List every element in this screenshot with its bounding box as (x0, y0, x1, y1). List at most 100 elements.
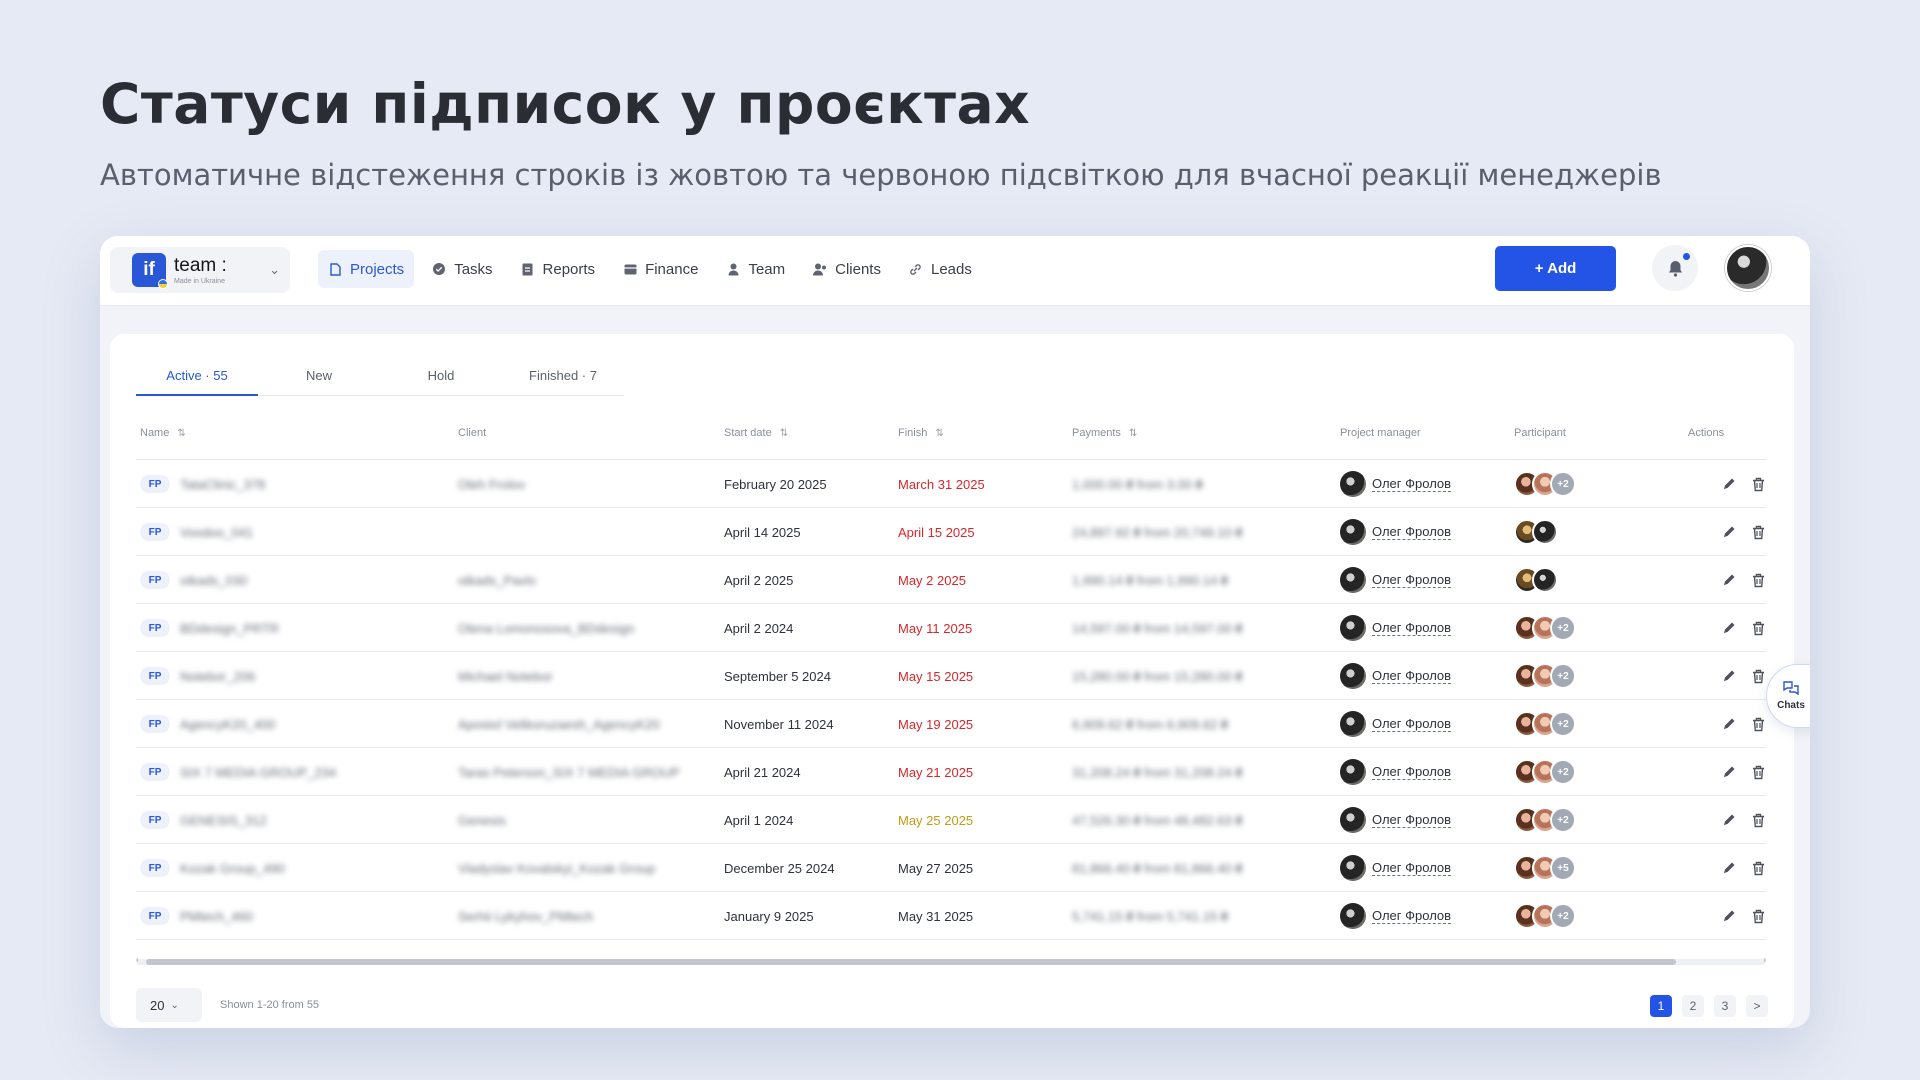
next-page-button[interactable]: > (1746, 995, 1768, 1017)
nav-team[interactable]: Team (716, 250, 795, 288)
page-button-2[interactable]: 2 (1682, 995, 1704, 1017)
edit-button[interactable] (1722, 556, 1736, 604)
participants-more-badge[interactable]: +2 (1550, 711, 1576, 737)
table-row[interactable]: FP SIX 7 MEDIA GROUP_234 Taras Peterson_… (136, 748, 1766, 796)
page-button-3[interactable]: 3 (1714, 995, 1736, 1017)
table-row[interactable]: FP PMtech_460 Serhii Lykyhov_PMtech Janu… (136, 892, 1766, 940)
delete-button[interactable] (1752, 748, 1765, 796)
delete-button[interactable] (1752, 652, 1765, 700)
project-name[interactable]: BDdesign_PRTR (180, 621, 279, 636)
column-payments[interactable]: Payments ⇅ (1072, 424, 1137, 442)
trash-icon (1753, 861, 1764, 875)
participants-group[interactable]: +2 (1514, 903, 1576, 929)
project-manager-name[interactable]: Олег Фролов (1372, 524, 1452, 540)
column-name[interactable]: Name ⇅ (140, 424, 186, 442)
delete-button[interactable] (1752, 556, 1765, 604)
project-manager-name[interactable]: Олег Фролов (1372, 620, 1452, 636)
tab-new[interactable]: New (258, 364, 380, 396)
project-name[interactable]: Notebor_206 (180, 669, 255, 684)
edit-button[interactable] (1722, 892, 1736, 940)
participants-group[interactable]: +5 (1514, 855, 1576, 881)
edit-button[interactable] (1722, 748, 1736, 796)
tab-hold[interactable]: Hold (380, 364, 502, 396)
participants-more-badge[interactable]: +2 (1550, 663, 1576, 689)
delete-button[interactable] (1752, 460, 1765, 508)
project-manager-name[interactable]: Олег Фролов (1372, 764, 1452, 780)
scroll-right-icon[interactable]: › (1763, 955, 1766, 964)
participants-group[interactable]: +2 (1514, 711, 1576, 737)
project-name[interactable]: PMtech_460 (180, 909, 253, 924)
delete-button[interactable] (1752, 508, 1765, 556)
scroll-thumb[interactable] (146, 959, 1676, 965)
project-type-badge: FP (140, 715, 170, 733)
project-name[interactable]: Voodoo_041 (180, 525, 253, 540)
participants-group[interactable]: +2 (1514, 663, 1576, 689)
finish-date: March 31 2025 (898, 476, 985, 492)
horizontal-scrollbar[interactable]: ‹ › (136, 955, 1766, 966)
participants-more-badge[interactable]: +2 (1550, 903, 1576, 929)
participants-more-badge[interactable]: +2 (1550, 471, 1576, 497)
project-manager-name[interactable]: Олег Фролов (1372, 908, 1452, 924)
project-manager-name[interactable]: Олег Фролов (1372, 812, 1452, 828)
project-name[interactable]: AgencyK20_400 (180, 717, 275, 732)
edit-button[interactable] (1722, 700, 1736, 748)
page-size-select[interactable]: 20 ⌄ (136, 988, 202, 1022)
participants-more-badge[interactable]: +5 (1550, 855, 1576, 881)
participants-group[interactable] (1514, 567, 1558, 593)
nav-clients[interactable]: Clients (803, 250, 891, 288)
edit-button[interactable] (1722, 604, 1736, 652)
project-manager-name[interactable]: Олег Фролов (1372, 716, 1452, 732)
table-row[interactable]: FP Kozak Group_490 Vladyslav Kovalskyi_K… (136, 844, 1766, 892)
participants-more-badge[interactable]: +2 (1550, 615, 1576, 641)
page-button-1[interactable]: 1 (1650, 995, 1672, 1017)
edit-button[interactable] (1722, 844, 1736, 892)
participants-group[interactable]: +2 (1514, 759, 1576, 785)
project-manager-name[interactable]: Олег Фролов (1372, 860, 1452, 876)
user-avatar[interactable] (1725, 245, 1771, 291)
project-name[interactable]: otkads_030 (180, 573, 247, 588)
project-manager-name[interactable]: Олег Фролов (1372, 668, 1452, 684)
participants-group[interactable]: +2 (1514, 615, 1576, 641)
delete-button[interactable] (1752, 604, 1765, 652)
project-name[interactable]: TataClinic_378 (180, 477, 265, 492)
edit-button[interactable] (1722, 652, 1736, 700)
table-row[interactable]: FP AgencyK20_400 Apostol Velikoruzaesh_A… (136, 700, 1766, 748)
delete-button[interactable] (1752, 700, 1765, 748)
project-manager-name[interactable]: Олег Фролов (1372, 476, 1452, 492)
tab-finished[interactable]: Finished · 7 (502, 364, 624, 396)
participants-group[interactable]: +2 (1514, 807, 1576, 833)
nav-reports[interactable]: Reports (511, 250, 606, 288)
edit-button[interactable] (1722, 460, 1736, 508)
participants-more-badge[interactable]: +2 (1550, 759, 1576, 785)
scroll-left-icon[interactable]: ‹ (136, 955, 139, 964)
column-finish[interactable]: Finish ⇅ (898, 424, 944, 442)
participants-more-badge[interactable]: +2 (1550, 807, 1576, 833)
edit-button[interactable] (1722, 796, 1736, 844)
table-row[interactable]: FP TataClinic_378 Oleh Frolov February 2… (136, 460, 1766, 508)
table-row[interactable]: FP Voodoo_041 April 14 2025 April 15 202… (136, 508, 1766, 556)
notifications-button[interactable] (1652, 245, 1698, 291)
delete-button[interactable] (1752, 892, 1765, 940)
project-name[interactable]: GENESIS_312 (180, 813, 267, 828)
table-row[interactable]: FP otkads_030 otkads_Pavlo April 2 2025 … (136, 556, 1766, 604)
project-name[interactable]: SIX 7 MEDIA GROUP_234 (180, 765, 336, 780)
edit-button[interactable] (1722, 508, 1736, 556)
table-row[interactable]: FP GENESIS_312 Genesis April 1 2024 May … (136, 796, 1766, 844)
table-row[interactable]: FP Notebor_206 Michael Notebor September… (136, 652, 1766, 700)
delete-button[interactable] (1752, 796, 1765, 844)
delete-button[interactable] (1752, 844, 1765, 892)
project-name[interactable]: Kozak Group_490 (180, 861, 285, 876)
participants-group[interactable]: +2 (1514, 471, 1576, 497)
nav-leads[interactable]: Leads (899, 250, 982, 288)
project-manager-name[interactable]: Олег Фролов (1372, 572, 1452, 588)
tab-active[interactable]: Active · 55 (136, 364, 258, 396)
nav-tasks[interactable]: Tasks (422, 250, 502, 288)
bell-icon (1668, 260, 1682, 277)
add-button[interactable]: + Add (1495, 246, 1616, 291)
nav-finance[interactable]: Finance (613, 250, 708, 288)
table-row[interactable]: FP BDdesign_PRTR Olena Lomonosova_BDdesi… (136, 604, 1766, 652)
participants-group[interactable] (1514, 519, 1558, 545)
nav-projects[interactable]: Projects (318, 250, 415, 288)
column-start-date[interactable]: Start date ⇅ (724, 424, 788, 442)
workspace-switcher[interactable]: if team : Made in Ukraine ⌄ (110, 247, 290, 293)
